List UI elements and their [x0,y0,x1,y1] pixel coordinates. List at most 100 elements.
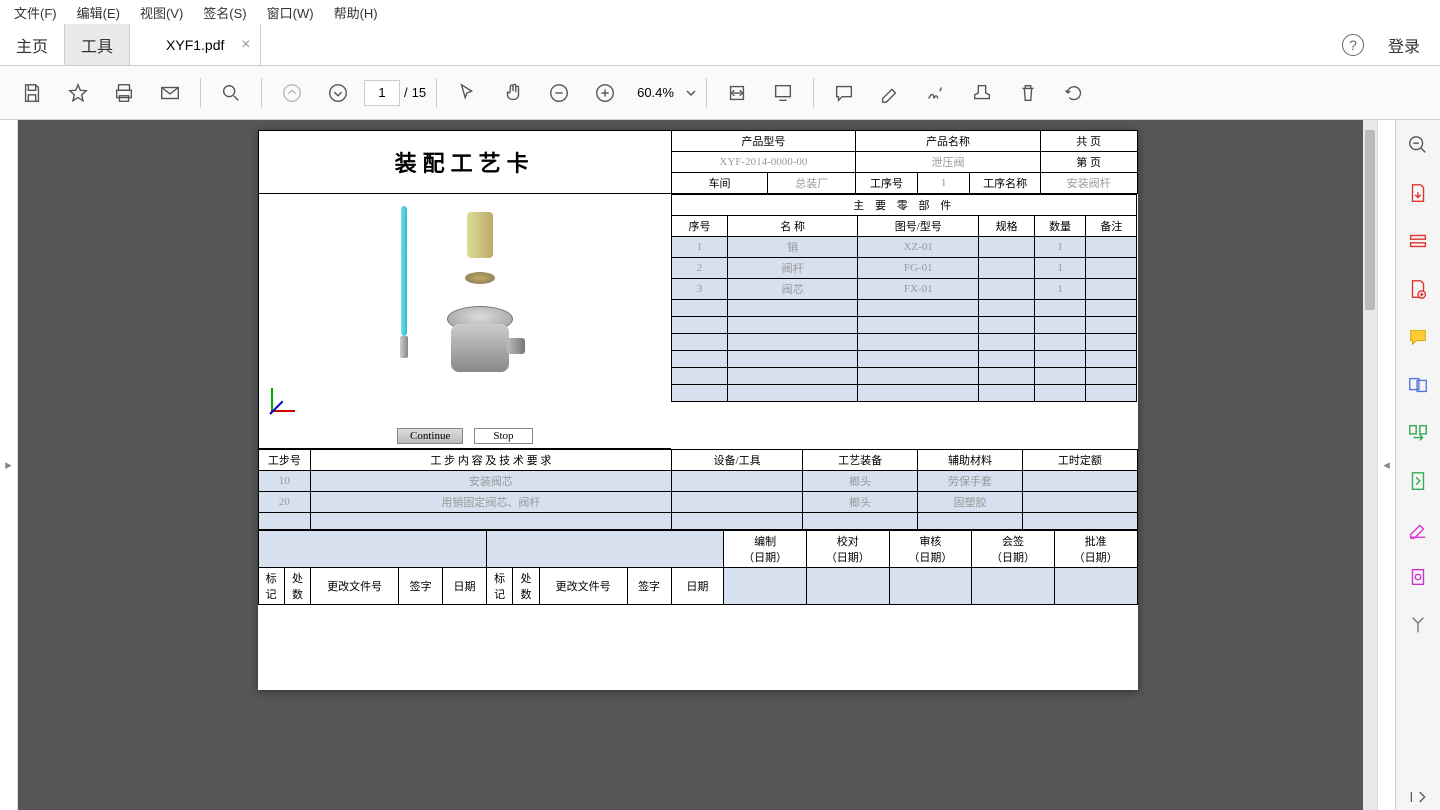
read-mode-icon[interactable] [763,73,803,113]
parts-title: 主 要 零 部 件 [672,195,1137,216]
scrollbar-vertical[interactable] [1363,120,1377,810]
signature-icon[interactable] [916,73,956,113]
document-canvas[interactable]: 装配工艺卡 产品型号 产品名称 共 页 XYF-2014-0000-00 泄压阀… [18,120,1377,810]
more-tools-icon[interactable] [1405,612,1431,638]
bottom-date: 日期 [443,568,487,605]
steps-hdr-time: 工时定额 [1023,450,1137,471]
menu-view[interactable]: 视图(V) [130,1,193,24]
steps-hdr-fixture: 工艺装备 [803,450,917,471]
sign-audit: 审核（日期） [889,531,972,568]
table-row: 1销XZ-011 [672,237,1137,258]
parts-hdr-qty: 数量 [1035,216,1086,237]
page-number: / 15 [364,80,426,106]
search-detail-icon[interactable] [1405,132,1431,158]
table-row: 2阀杆FG-011 [672,258,1137,279]
redact-icon[interactable] [1405,516,1431,542]
menu-file[interactable]: 文件(F) [4,1,67,24]
bottom-mark: 标记 [258,568,284,605]
bottom-num: 处数 [284,568,310,605]
delete-icon[interactable] [1008,73,1048,113]
tab-tools[interactable]: 工具 [65,24,130,65]
tab-file[interactable]: XYF1.pdf × [130,24,261,65]
highlight-icon[interactable] [870,73,910,113]
note-icon[interactable] [1405,324,1431,350]
export-pdf-icon[interactable] [1405,180,1431,206]
chevron-down-icon [686,88,696,98]
bottom-sign: 签字 [399,568,443,605]
page-down-icon[interactable] [318,73,358,113]
page-sep: / [404,85,408,100]
tab-home[interactable]: 主页 [0,24,65,65]
continue-button[interactable]: Continue [397,428,463,444]
table-row: 10安装阀芯榔头劳保手套 [258,471,1137,492]
create-pdf-icon[interactable] [1405,276,1431,302]
compress-icon[interactable] [1405,468,1431,494]
parts-hdr-seq: 序号 [672,216,728,237]
star-icon[interactable] [58,73,98,113]
steps-hdr-no: 工步号 [258,450,311,471]
parts-hdr-remark: 备注 [1086,216,1137,237]
sign-check: 校对（日期） [806,531,889,568]
bottom-changefile: 更改文件号 [311,568,399,605]
toolbar: / 15 60.4% [0,66,1440,120]
tab-bar: 主页 工具 XYF1.pdf × ? 登录 [0,24,1440,66]
bottom-sign2: 签字 [627,568,671,605]
menu-window[interactable]: 窗口(W) [257,1,324,24]
page-up-icon[interactable] [272,73,312,113]
zoom-in-icon[interactable] [585,73,625,113]
zoom-field[interactable]: 60.4% [631,85,696,100]
help-icon[interactable]: ? [1342,34,1364,56]
collapse-panel-icon[interactable] [1405,784,1431,810]
menu-help[interactable]: 帮助(H) [324,1,388,24]
sign-approve: 批准（日期） [1054,531,1137,568]
save-icon[interactable] [12,73,52,113]
hdr-opno-lbl: 工序号 [856,173,918,194]
hdr-page: 第 页 [1040,152,1137,173]
hdr-opname-lbl: 工序名称 [970,173,1040,194]
stamp-icon[interactable] [962,73,1002,113]
hdr-prod-name-lbl: 产品名称 [856,131,1041,152]
email-icon[interactable] [150,73,190,113]
form-icon[interactable] [1405,228,1431,254]
hdr-opno: 1 [917,173,970,194]
bottom-date2: 日期 [671,568,724,605]
hdr-prod-model: XYF-2014-0000-00 [671,152,856,173]
right-toolbar [1395,120,1440,810]
steps-hdr-aux: 辅助材料 [917,450,1022,471]
sign-cosign: 会签（日期） [972,531,1055,568]
table-row: 3阀芯FX-011 [672,279,1137,300]
search-icon[interactable] [211,73,251,113]
hand-icon[interactable] [493,73,533,113]
hdr-prod-model-lbl: 产品型号 [671,131,856,152]
combine-icon[interactable] [1405,372,1431,398]
main-area: ▸ 装配工艺卡 产品型号 产品名称 共 页 XYF-2014-0000-00 泄… [0,120,1395,810]
close-icon[interactable]: × [241,36,250,54]
menu-sign[interactable]: 签名(S) [193,1,256,24]
sign-make: 编制（日期） [724,531,807,568]
stop-button[interactable]: Stop [474,428,532,444]
zoom-value: 60.4% [631,85,680,100]
zoom-out-icon[interactable] [539,73,579,113]
table-row: 20用销固定阀芯、阀杆榔头固塑胶 [258,492,1137,513]
steps-hdr-content: 工 步 内 容 及 技 术 要 求 [311,450,671,471]
rotate-icon[interactable] [1054,73,1094,113]
parts-hdr-spec: 规格 [979,216,1035,237]
hdr-total-pages: 共 页 [1040,131,1137,152]
page-current-input[interactable] [364,80,400,106]
menu-edit[interactable]: 编辑(E) [67,1,130,24]
pointer-icon[interactable] [447,73,487,113]
login-button[interactable]: 登录 [1388,33,1420,57]
organize-icon[interactable] [1405,420,1431,446]
illustration [259,194,672,424]
tab-file-label: XYF1.pdf [166,37,224,53]
fit-width-icon[interactable] [717,73,757,113]
bottom-mark2: 标记 [486,568,512,605]
comment-icon[interactable] [824,73,864,113]
right-panel-toggle[interactable]: ◂ [1377,120,1395,810]
print-icon[interactable] [104,73,144,113]
protect-icon[interactable] [1405,564,1431,590]
pdf-page: 装配工艺卡 产品型号 产品名称 共 页 XYF-2014-0000-00 泄压阀… [258,130,1138,690]
hdr-workshop-lbl: 车间 [671,173,768,194]
left-panel-toggle[interactable]: ▸ [0,120,18,810]
bottom-changefile2: 更改文件号 [539,568,627,605]
